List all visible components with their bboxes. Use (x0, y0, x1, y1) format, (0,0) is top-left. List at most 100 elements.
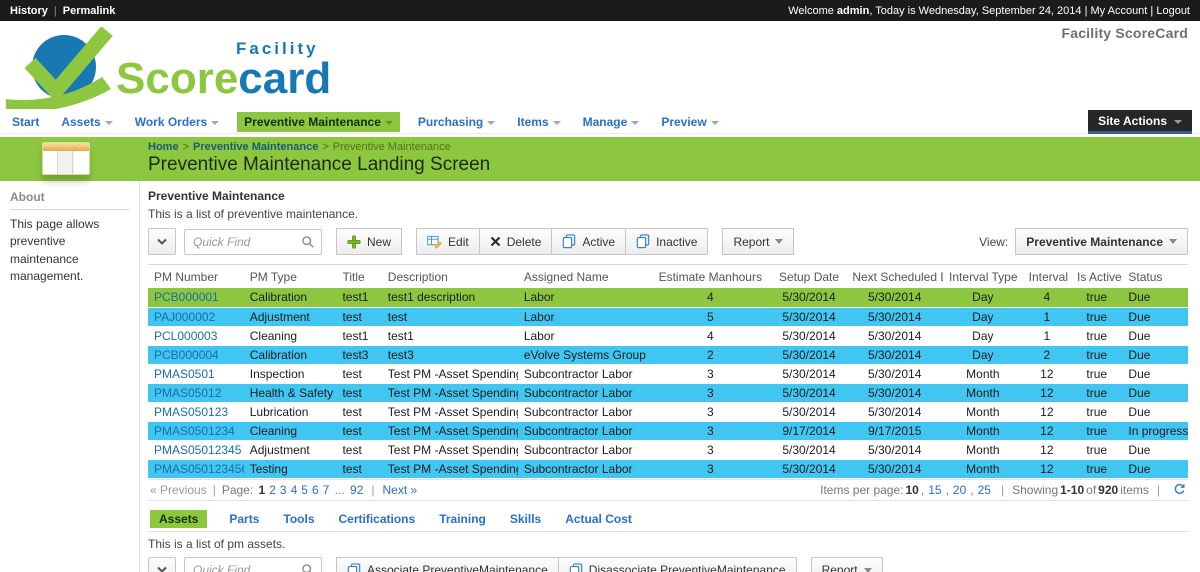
table-row[interactable]: PAJ000002AdjustmenttesttestLabor55/30/20… (148, 307, 1188, 326)
nav-item-preview[interactable]: Preview (657, 112, 722, 132)
table-cell: Day (943, 345, 1023, 364)
nav-item-assets[interactable]: Assets (57, 112, 116, 132)
pm-number-link[interactable]: PCB000004 (154, 348, 219, 362)
table-cell: true (1071, 345, 1122, 364)
column-header-next-scheduled-date[interactable]: Next Scheduled Date (846, 265, 943, 289)
history-link[interactable]: History (10, 5, 48, 17)
topbar-divider: | (1147, 5, 1156, 17)
breadcrumb-link[interactable]: Home (148, 141, 179, 153)
refresh-icon[interactable] (1173, 483, 1186, 496)
nav-item-work-orders[interactable]: Work Orders (131, 112, 223, 132)
column-header-assigned-name[interactable]: Assigned Name (518, 265, 649, 289)
pm-number-cell[interactable]: PMAS0501 (148, 364, 244, 383)
table-row[interactable]: PCB000001Calibrationtest1test1 descripti… (148, 288, 1188, 307)
table-cell: 5/30/2014 (846, 459, 943, 478)
table-row[interactable]: PCB000004Calibrationtest3test3eVolve Sys… (148, 345, 1188, 364)
site-actions-button[interactable]: Site Actions (1088, 110, 1192, 134)
tab-assets[interactable]: Assets (150, 510, 207, 528)
column-header-status[interactable]: Status (1122, 265, 1188, 289)
column-header-pm-number[interactable]: PM Number (148, 265, 244, 289)
pm-number-cell[interactable]: PMAS050123456 (148, 459, 244, 478)
associate-button[interactable]: Associate PreventiveMaintenance (336, 557, 559, 572)
tab-tools[interactable]: Tools (281, 510, 316, 528)
disassociate-button[interactable]: Disassociate PreventiveMaintenance (558, 557, 797, 572)
pm-number-link[interactable]: PCL000003 (154, 329, 217, 343)
tab-certifications[interactable]: Certifications (337, 510, 418, 528)
pm-number-cell[interactable]: PMAS05012 (148, 383, 244, 402)
new-button[interactable]: New (336, 228, 402, 255)
page-size-link[interactable]: 25 (978, 483, 991, 497)
page-size-link[interactable]: 15 (928, 483, 941, 497)
pm-number-link[interactable]: PMAS0501234 (154, 424, 235, 438)
pm-number-link[interactable]: PAJ000002 (154, 310, 215, 324)
breadcrumb-link[interactable]: Preventive Maintenance (193, 141, 318, 153)
column-header-interval[interactable]: Interval (1023, 265, 1071, 289)
current-page: 1 (259, 483, 266, 497)
pm-number-link[interactable]: PMAS0501 (154, 367, 215, 381)
column-header-is-active[interactable]: Is Active (1071, 265, 1122, 289)
tab-actual-cost[interactable]: Actual Cost (563, 510, 634, 528)
table-row[interactable]: PMAS05012345AdjustmenttestTest PM -Asset… (148, 440, 1188, 459)
report-button[interactable]: Report (722, 228, 794, 255)
window-icon-columns (43, 151, 89, 175)
pagination-bar: « Previous|Page: 1234567 ... 92|Next » I… (148, 479, 1188, 501)
page-link[interactable]: 2 (269, 483, 276, 497)
column-header-title[interactable]: Title (336, 265, 381, 289)
chevron-down-icon (1169, 239, 1177, 244)
inactive-button[interactable]: Inactive (625, 228, 708, 255)
pm-number-cell[interactable]: PCB000004 (148, 345, 244, 364)
column-header-pm-type[interactable]: PM Type (244, 265, 337, 289)
table-cell: test (336, 307, 381, 326)
edit-button[interactable]: Edit (416, 228, 480, 255)
column-header-setup-date[interactable]: Setup Date (772, 265, 847, 289)
pm-number-cell[interactable]: PCB000001 (148, 288, 244, 307)
filter-dropdown-button[interactable] (148, 228, 176, 255)
table-cell: 5/30/2014 (772, 288, 847, 307)
pm-number-cell[interactable]: PMAS05012345 (148, 440, 244, 459)
permalink-link[interactable]: Permalink (63, 5, 116, 17)
nav-item-purchasing[interactable]: Purchasing (414, 112, 499, 132)
table-row[interactable]: PMAS050123456TestingtestTest PM -Asset S… (148, 459, 1188, 478)
active-button[interactable]: Active (551, 228, 626, 255)
search-icon (301, 235, 315, 249)
tab-parts[interactable]: Parts (227, 510, 261, 528)
assets-report-button[interactable]: Report (811, 557, 883, 572)
pm-number-link[interactable]: PMAS05012345 (154, 443, 241, 457)
tab-skills[interactable]: Skills (508, 510, 543, 528)
column-header-description[interactable]: Description (382, 265, 518, 289)
nav-item-manage[interactable]: Manage (579, 112, 644, 132)
page-link[interactable]: 3 (280, 483, 287, 497)
page-link[interactable]: 4 (291, 483, 298, 497)
page-size-link[interactable]: 20 (953, 483, 966, 497)
table-row[interactable]: PCL000003Cleaningtest1test1Labor45/30/20… (148, 326, 1188, 345)
filter-dropdown-button[interactable] (148, 557, 176, 572)
column-header-estimate-manhours[interactable]: Estimate Manhours (649, 265, 772, 289)
page-link[interactable]: 6 (312, 483, 319, 497)
table-row[interactable]: PMAS050123LubricationtestTest PM -Asset … (148, 402, 1188, 421)
view-select[interactable]: Preventive Maintenance (1015, 228, 1188, 255)
pm-number-link[interactable]: PMAS05012 (154, 386, 221, 400)
nav-item-start[interactable]: Start (8, 112, 43, 132)
pm-number-cell[interactable]: PCL000003 (148, 326, 244, 345)
column-header-interval-type[interactable]: Interval Type (943, 265, 1023, 289)
nav-item-preventive-maintenance[interactable]: Preventive Maintenance (237, 112, 400, 132)
delete-button[interactable]: Delete (479, 228, 553, 255)
tab-training[interactable]: Training (437, 510, 488, 528)
table-row[interactable]: PMAS0501234CleaningtestTest PM -Asset Sp… (148, 421, 1188, 440)
page-link[interactable]: 7 (323, 483, 330, 497)
table-row[interactable]: PMAS0501InspectiontestTest PM -Asset Spe… (148, 364, 1188, 383)
next-page-link[interactable]: Next » (383, 483, 418, 497)
pm-number-cell[interactable]: PMAS0501234 (148, 421, 244, 440)
last-page-link[interactable]: 92 (350, 483, 363, 497)
my-account-link[interactable]: My Account (1091, 5, 1148, 17)
pm-number-link[interactable]: PCB000001 (154, 290, 219, 304)
pm-number-cell[interactable]: PMAS050123 (148, 402, 244, 421)
pm-number-cell[interactable]: PAJ000002 (148, 307, 244, 326)
logout-link[interactable]: Logout (1156, 5, 1190, 17)
nav-item-items[interactable]: Items (513, 112, 564, 132)
pm-number-link[interactable]: PMAS050123456 (154, 462, 244, 476)
table-row[interactable]: PMAS05012Health & SafetytestTest PM -Ass… (148, 383, 1188, 402)
pm-number-link[interactable]: PMAS050123 (154, 405, 228, 419)
pager-separator: | (1001, 483, 1004, 497)
page-link[interactable]: 5 (301, 483, 308, 497)
